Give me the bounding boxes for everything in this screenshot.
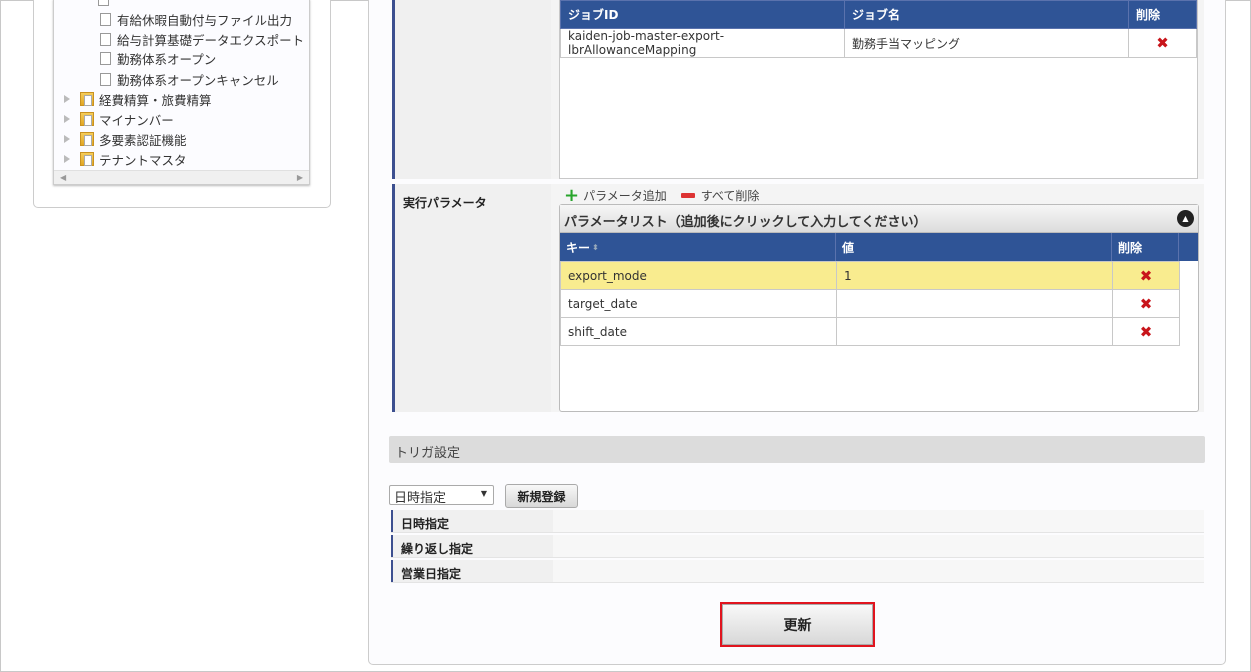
tree-folder-label: テナントマスタ	[99, 152, 187, 168]
file-icon	[95, 0, 109, 9]
update-button[interactable]: 更新	[722, 604, 873, 645]
table-row[interactable]: shift_date ✖	[560, 317, 1180, 346]
param-value-cell[interactable]: 1	[836, 261, 1113, 290]
tree-item-label: 勤務体系オープン	[117, 51, 217, 67]
new-register-button[interactable]: 新規登録	[505, 484, 578, 508]
file-icon	[97, 12, 111, 29]
file-icon	[97, 51, 111, 68]
col-job-name[interactable]: ジョブ名	[844, 0, 1129, 29]
col-key-label: キー	[566, 240, 591, 255]
tree-folder[interactable]: 多要素認証機能	[64, 130, 187, 148]
trigger-row-label: 営業日指定	[391, 560, 553, 582]
tree-item-label: 有給休暇自動付与ファイル出力	[117, 12, 293, 28]
delete-icon[interactable]: ✖	[1136, 34, 1189, 52]
job-table: ジョブID ジョブ名 削除 kaiden-job-master-export-l…	[559, 0, 1198, 179]
minus-icon	[680, 193, 695, 198]
parameter-list-title: パラメータリスト（追加後にクリックして入力してください）	[564, 215, 927, 230]
tree-folder[interactable]: テナントマスタ	[64, 150, 187, 168]
col-job-id[interactable]: ジョブID	[560, 0, 845, 29]
add-parameter-label: パラメータ追加	[583, 189, 667, 203]
expand-icon[interactable]	[64, 135, 70, 143]
tree-folder[interactable]: 経費精算・旅費精算	[64, 90, 212, 108]
delete-icon[interactable]: ✖	[1120, 323, 1172, 341]
param-key-cell[interactable]: shift_date	[560, 317, 837, 346]
table-row[interactable]: target_date ✖	[560, 289, 1180, 318]
col-delete: 削除	[1112, 233, 1179, 261]
folder-icon	[80, 132, 94, 146]
param-key-cell[interactable]: export_mode	[560, 261, 837, 290]
col-delete: 削除	[1128, 0, 1197, 29]
trigger-row: 日時指定	[391, 510, 1204, 533]
param-value-cell[interactable]	[836, 317, 1113, 346]
trigger-row: 営業日指定	[391, 560, 1204, 583]
job-label	[392, 0, 551, 179]
tree-item-label: 勤務体系オープンキャンセル	[117, 72, 279, 88]
delete-all-label: すべて削除	[700, 189, 760, 203]
delete-icon[interactable]: ✖	[1120, 295, 1172, 313]
tree-item-partial[interactable]	[95, 0, 115, 9]
param-value-cell[interactable]	[836, 289, 1113, 318]
expand-icon[interactable]	[64, 115, 70, 123]
sort-icon[interactable]: ⬍	[592, 243, 599, 252]
delete-all-button[interactable]: すべて削除	[680, 187, 760, 204]
folder-icon	[80, 152, 94, 166]
scroll-left-icon[interactable]: ◀	[60, 173, 66, 182]
update-button-highlight: 更新	[720, 602, 875, 647]
col-value: 値	[836, 233, 1112, 261]
trigger-row-label: 日時指定	[391, 510, 553, 532]
tree-item-file[interactable]: 勤務体系オープン	[97, 49, 217, 68]
category-tree: 有給休暇自動付与ファイル出力 給与計算基礎データエクスポート 勤務体系オープン …	[53, 0, 310, 185]
horizontal-scrollbar[interactable]: ◀ ▶	[54, 170, 309, 184]
folder-icon	[80, 112, 94, 126]
job-table-header: ジョブID ジョブ名 削除	[560, 0, 1197, 29]
expand-icon[interactable]	[64, 95, 70, 103]
collapse-icon[interactable]: ▲	[1177, 210, 1194, 227]
tree-item-file[interactable]: 給与計算基礎データエクスポート	[97, 30, 305, 49]
job-name-cell: 勤務手当マッピング	[844, 28, 1129, 58]
file-icon	[97, 32, 111, 49]
col-key[interactable]: キー ⬍	[560, 233, 836, 261]
table-row[interactable]: export_mode 1 ✖	[560, 261, 1180, 290]
tree-item-file[interactable]: 勤務体系オープンキャンセル	[97, 70, 279, 89]
plus-icon: +	[564, 185, 580, 206]
tree-item-file[interactable]: 有給休暇自動付与ファイル出力	[97, 10, 293, 29]
table-row[interactable]: kaiden-job-master-export-lbrAllowanceMap…	[560, 28, 1197, 58]
trigger-section-title: トリガ設定	[389, 436, 1205, 463]
delete-icon[interactable]: ✖	[1120, 267, 1172, 285]
tree-item-label: 給与計算基礎データエクスポート	[117, 32, 305, 48]
dropdown-arrow-icon: ▼	[480, 489, 487, 498]
expand-icon[interactable]	[64, 155, 70, 163]
tree-folder[interactable]: マイナンバー	[64, 110, 174, 128]
scroll-right-icon[interactable]: ▶	[297, 173, 303, 182]
select-value: 日時指定	[394, 491, 447, 506]
trigger-row: 繰り返し指定	[391, 535, 1204, 558]
parameter-table-header: キー ⬍ 値 削除	[560, 233, 1198, 261]
job-id-cell: kaiden-job-master-export-lbrAllowanceMap…	[560, 28, 845, 58]
param-key-cell[interactable]: target_date	[560, 289, 837, 318]
tree-folder-label: 経費精算・旅費精算	[99, 92, 212, 108]
parameter-list-header: パラメータリスト（追加後にクリックして入力してください） ▲	[560, 205, 1198, 233]
parameter-list: パラメータリスト（追加後にクリックして入力してください） ▲ キー ⬍ 値 削除 …	[559, 204, 1199, 412]
add-parameter-button[interactable]: + パラメータ追加	[564, 185, 667, 206]
trigger-type-select[interactable]: 日時指定 ▼	[389, 485, 494, 506]
folder-icon	[80, 92, 94, 106]
tree-folder-label: マイナンバー	[99, 112, 174, 128]
trigger-row-label: 繰り返し指定	[391, 535, 553, 557]
params-label: 実行パラメータ	[392, 184, 551, 412]
tree-folder-label: 多要素認証機能	[99, 132, 187, 148]
file-icon	[97, 72, 111, 89]
